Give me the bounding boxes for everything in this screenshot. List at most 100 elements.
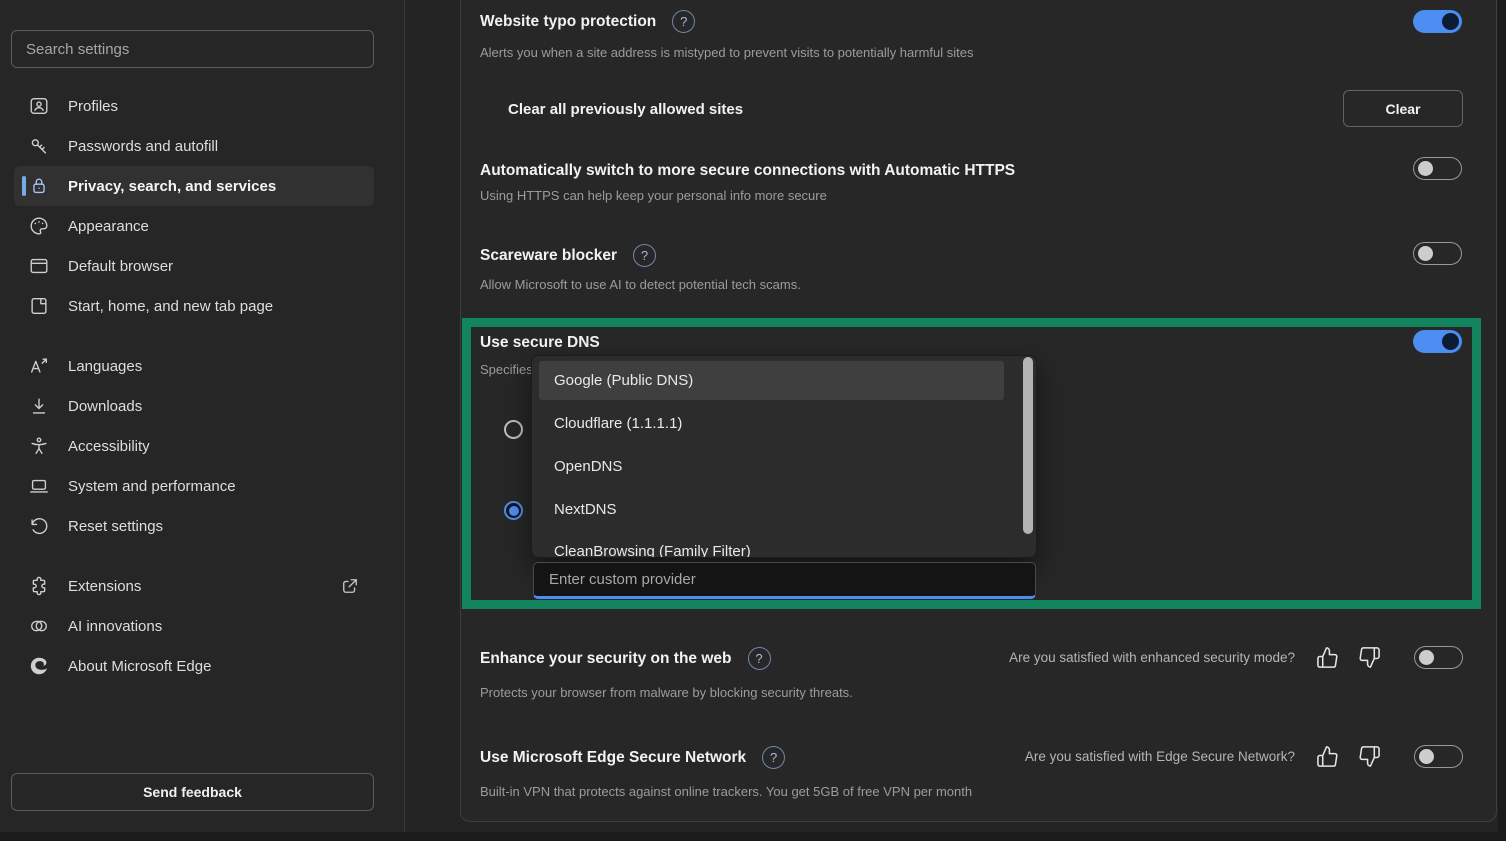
thumbs-up-icon[interactable] [1316, 745, 1339, 768]
automatic-https-toggle[interactable] [1413, 157, 1462, 180]
sidebar-item-default-browser[interactable]: Default browser [14, 246, 374, 286]
help-icon[interactable]: ? [672, 10, 695, 33]
sidebar-item-label: AI innovations [68, 618, 162, 635]
help-icon[interactable]: ? [748, 647, 771, 670]
settings-nav: Profiles Passwords and autofill Privacy,… [14, 86, 374, 686]
reset-icon [28, 515, 50, 537]
profiles-icon [28, 95, 50, 117]
typo-protection-title: Website typo protection [480, 11, 656, 33]
sidebar-item-about-edge[interactable]: About Microsoft Edge [14, 646, 374, 686]
toggle-knob [1418, 161, 1433, 176]
clear-button[interactable]: Clear [1343, 90, 1463, 127]
laptop-icon [28, 475, 50, 497]
key-icon [28, 135, 50, 157]
dropdown-item-cleanbrowsing[interactable]: CleanBrowsing (Family Filter) [554, 542, 751, 557]
sidebar-item-extensions[interactable]: Extensions [14, 566, 374, 606]
sidebar-item-accessibility[interactable]: Accessibility [14, 426, 374, 466]
external-link-icon [340, 576, 360, 596]
secure-network-description: Built-in VPN that protects against onlin… [480, 783, 972, 801]
sidebar-item-label: System and performance [68, 478, 236, 495]
sidebar-item-label: Default browser [68, 258, 173, 275]
puzzle-icon [28, 575, 50, 597]
enhance-security-feedback-question: Are you satisfied with enhanced security… [1009, 650, 1295, 665]
sidebar-item-profiles[interactable]: Profiles [14, 86, 374, 126]
secure-dns-description-partial: Specifies [480, 361, 533, 379]
secure-dns-title: Use secure DNS [480, 332, 600, 354]
sidebar-item-ai-innovations[interactable]: AI innovations [14, 606, 374, 646]
secure-dns-title-row: Use secure DNS [480, 332, 600, 354]
secure-network-title: Use Microsoft Edge Secure Network [480, 747, 746, 769]
typo-protection-toggle[interactable] [1413, 10, 1462, 33]
thumbs-down-icon[interactable] [1358, 745, 1381, 768]
dropdown-scrollbar-thumb[interactable] [1023, 357, 1033, 534]
copilot-icon [28, 615, 50, 637]
dns-choose-provider-radio[interactable] [504, 501, 523, 520]
dns-provider-dropdown: Google (Public DNS) Cloudflare (1.1.1.1)… [532, 356, 1036, 557]
enhance-security-description: Protects your browser from malware by bl… [480, 684, 853, 702]
translate-icon [28, 355, 50, 377]
sidebar-item-label: Appearance [68, 218, 149, 235]
settings-sidebar: Profiles Passwords and autofill Privacy,… [0, 0, 404, 841]
scareware-toggle[interactable] [1413, 242, 1462, 265]
typo-protection-description: Alerts you when a site address is mistyp… [480, 44, 974, 62]
toggle-knob [1442, 333, 1459, 350]
sidebar-item-label: Languages [68, 358, 142, 375]
sidebar-divider [404, 0, 405, 841]
custom-provider-input[interactable] [533, 562, 1036, 599]
send-feedback-button[interactable]: Send feedback [11, 773, 374, 811]
scareware-title: Scareware blocker [480, 245, 617, 267]
dropdown-item-cloudflare[interactable]: Cloudflare (1.1.1.1) [554, 414, 682, 434]
sidebar-item-label: Privacy, search, and services [68, 178, 276, 195]
sidebar-item-label: Extensions [68, 578, 141, 595]
window-bottom-edge [0, 832, 1506, 841]
enhance-security-title-row: Enhance your security on the web ? [480, 647, 771, 670]
sidebar-item-downloads[interactable]: Downloads [14, 386, 374, 426]
tab-page-icon [28, 295, 50, 317]
help-icon[interactable]: ? [762, 746, 785, 769]
automatic-https-title: Automatically switch to more secure conn… [480, 160, 1015, 182]
dropdown-item-nextdns[interactable]: NextDNS [554, 500, 617, 520]
toggle-knob [1419, 749, 1434, 764]
automatic-https-title-row: Automatically switch to more secure conn… [480, 160, 1015, 182]
sidebar-item-appearance[interactable]: Appearance [14, 206, 374, 246]
enhance-security-toggle[interactable] [1414, 646, 1463, 669]
sidebar-item-label: Profiles [68, 98, 118, 115]
sidebar-item-label: Passwords and autofill [68, 138, 218, 155]
download-icon [28, 395, 50, 417]
window-right-edge [1498, 0, 1506, 841]
enhance-security-controls: Are you satisfied with enhanced security… [1009, 644, 1463, 670]
dns-default-provider-radio[interactable] [504, 420, 523, 439]
toggle-knob [1442, 13, 1459, 30]
sidebar-item-reset-settings[interactable]: Reset settings [14, 506, 374, 546]
lock-icon [28, 175, 50, 197]
thumbs-down-icon[interactable] [1358, 646, 1381, 669]
thumbs-up-icon[interactable] [1316, 646, 1339, 669]
secure-network-toggle[interactable] [1414, 745, 1463, 768]
sidebar-item-languages[interactable]: Languages [14, 346, 374, 386]
typo-protection-title-row: Website typo protection ? [480, 10, 695, 33]
help-icon[interactable]: ? [633, 244, 656, 267]
secure-dns-toggle[interactable] [1413, 330, 1462, 353]
sidebar-item-label: Accessibility [68, 438, 150, 455]
sidebar-item-start-home[interactable]: Start, home, and new tab page [14, 286, 374, 326]
sidebar-item-privacy[interactable]: Privacy, search, and services [14, 166, 374, 206]
edge-settings-page: Profiles Passwords and autofill Privacy,… [0, 0, 1506, 841]
enhance-security-title: Enhance your security on the web [480, 648, 732, 670]
toggle-knob [1418, 246, 1433, 261]
dropdown-item-google[interactable]: Google (Public DNS) [554, 371, 693, 391]
accessibility-icon [28, 435, 50, 457]
sidebar-item-system-performance[interactable]: System and performance [14, 466, 374, 506]
sidebar-item-label: About Microsoft Edge [68, 658, 211, 675]
scareware-title-row: Scareware blocker ? [480, 244, 656, 267]
scareware-description: Allow Microsoft to use AI to detect pote… [480, 276, 801, 294]
secure-network-controls: Are you satisfied with Edge Secure Netwo… [1025, 743, 1463, 769]
toggle-knob [1419, 650, 1434, 665]
clear-allowed-sites-label: Clear all previously allowed sites [508, 101, 743, 118]
edge-logo-icon [28, 655, 50, 677]
sidebar-item-label: Start, home, and new tab page [68, 298, 273, 315]
browser-icon [28, 255, 50, 277]
sidebar-item-passwords[interactable]: Passwords and autofill [14, 126, 374, 166]
dropdown-item-opendns[interactable]: OpenDNS [554, 457, 622, 477]
search-input[interactable] [11, 30, 374, 68]
sidebar-item-label: Reset settings [68, 518, 163, 535]
